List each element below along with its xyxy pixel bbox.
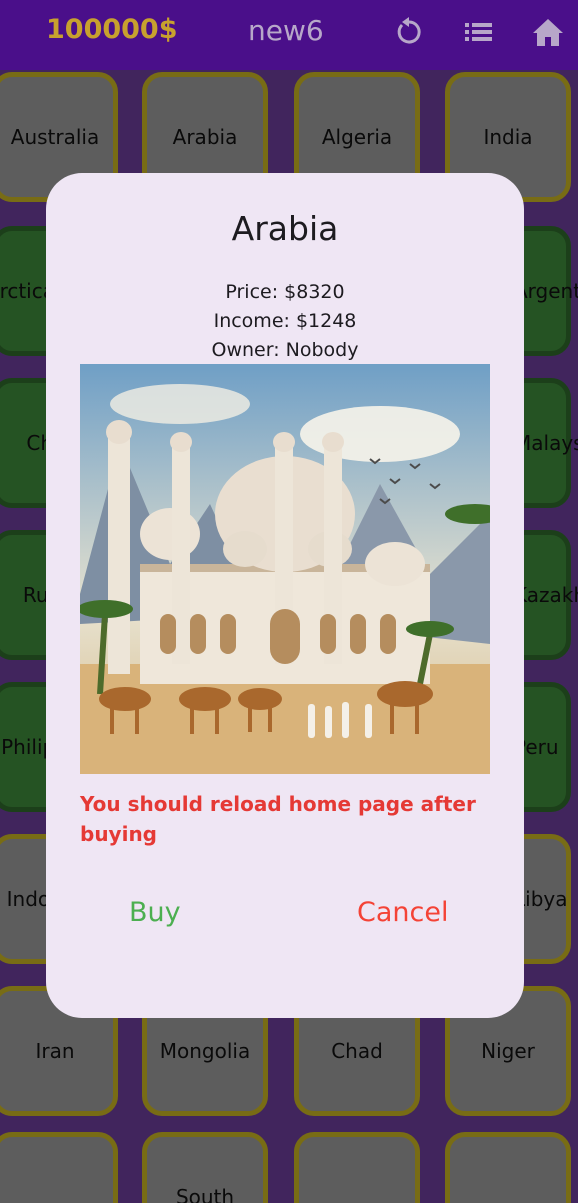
reload-warning: You should reload home page after buying [80, 792, 476, 846]
refresh-icon[interactable] [393, 16, 425, 48]
username-label: new6 [248, 14, 324, 47]
cancel-button[interactable]: Cancel [357, 897, 448, 928]
price-label: Price: $8320 [225, 281, 345, 303]
country-dialog: Arabia Price: $8320 Income: $1248 Owner:… [46, 173, 524, 1018]
list-icon[interactable] [463, 16, 495, 48]
income-label: Income: $1248 [213, 310, 357, 332]
country-image [80, 364, 490, 774]
balance-label: 100000$ [46, 14, 178, 45]
dialog-title: Arabia [231, 209, 339, 248]
buy-button[interactable]: Buy [129, 897, 181, 928]
home-icon[interactable] [532, 16, 564, 48]
owner-label: Owner: Nobody [211, 339, 359, 361]
top-app-bar: 100000$ new6 [0, 0, 578, 70]
